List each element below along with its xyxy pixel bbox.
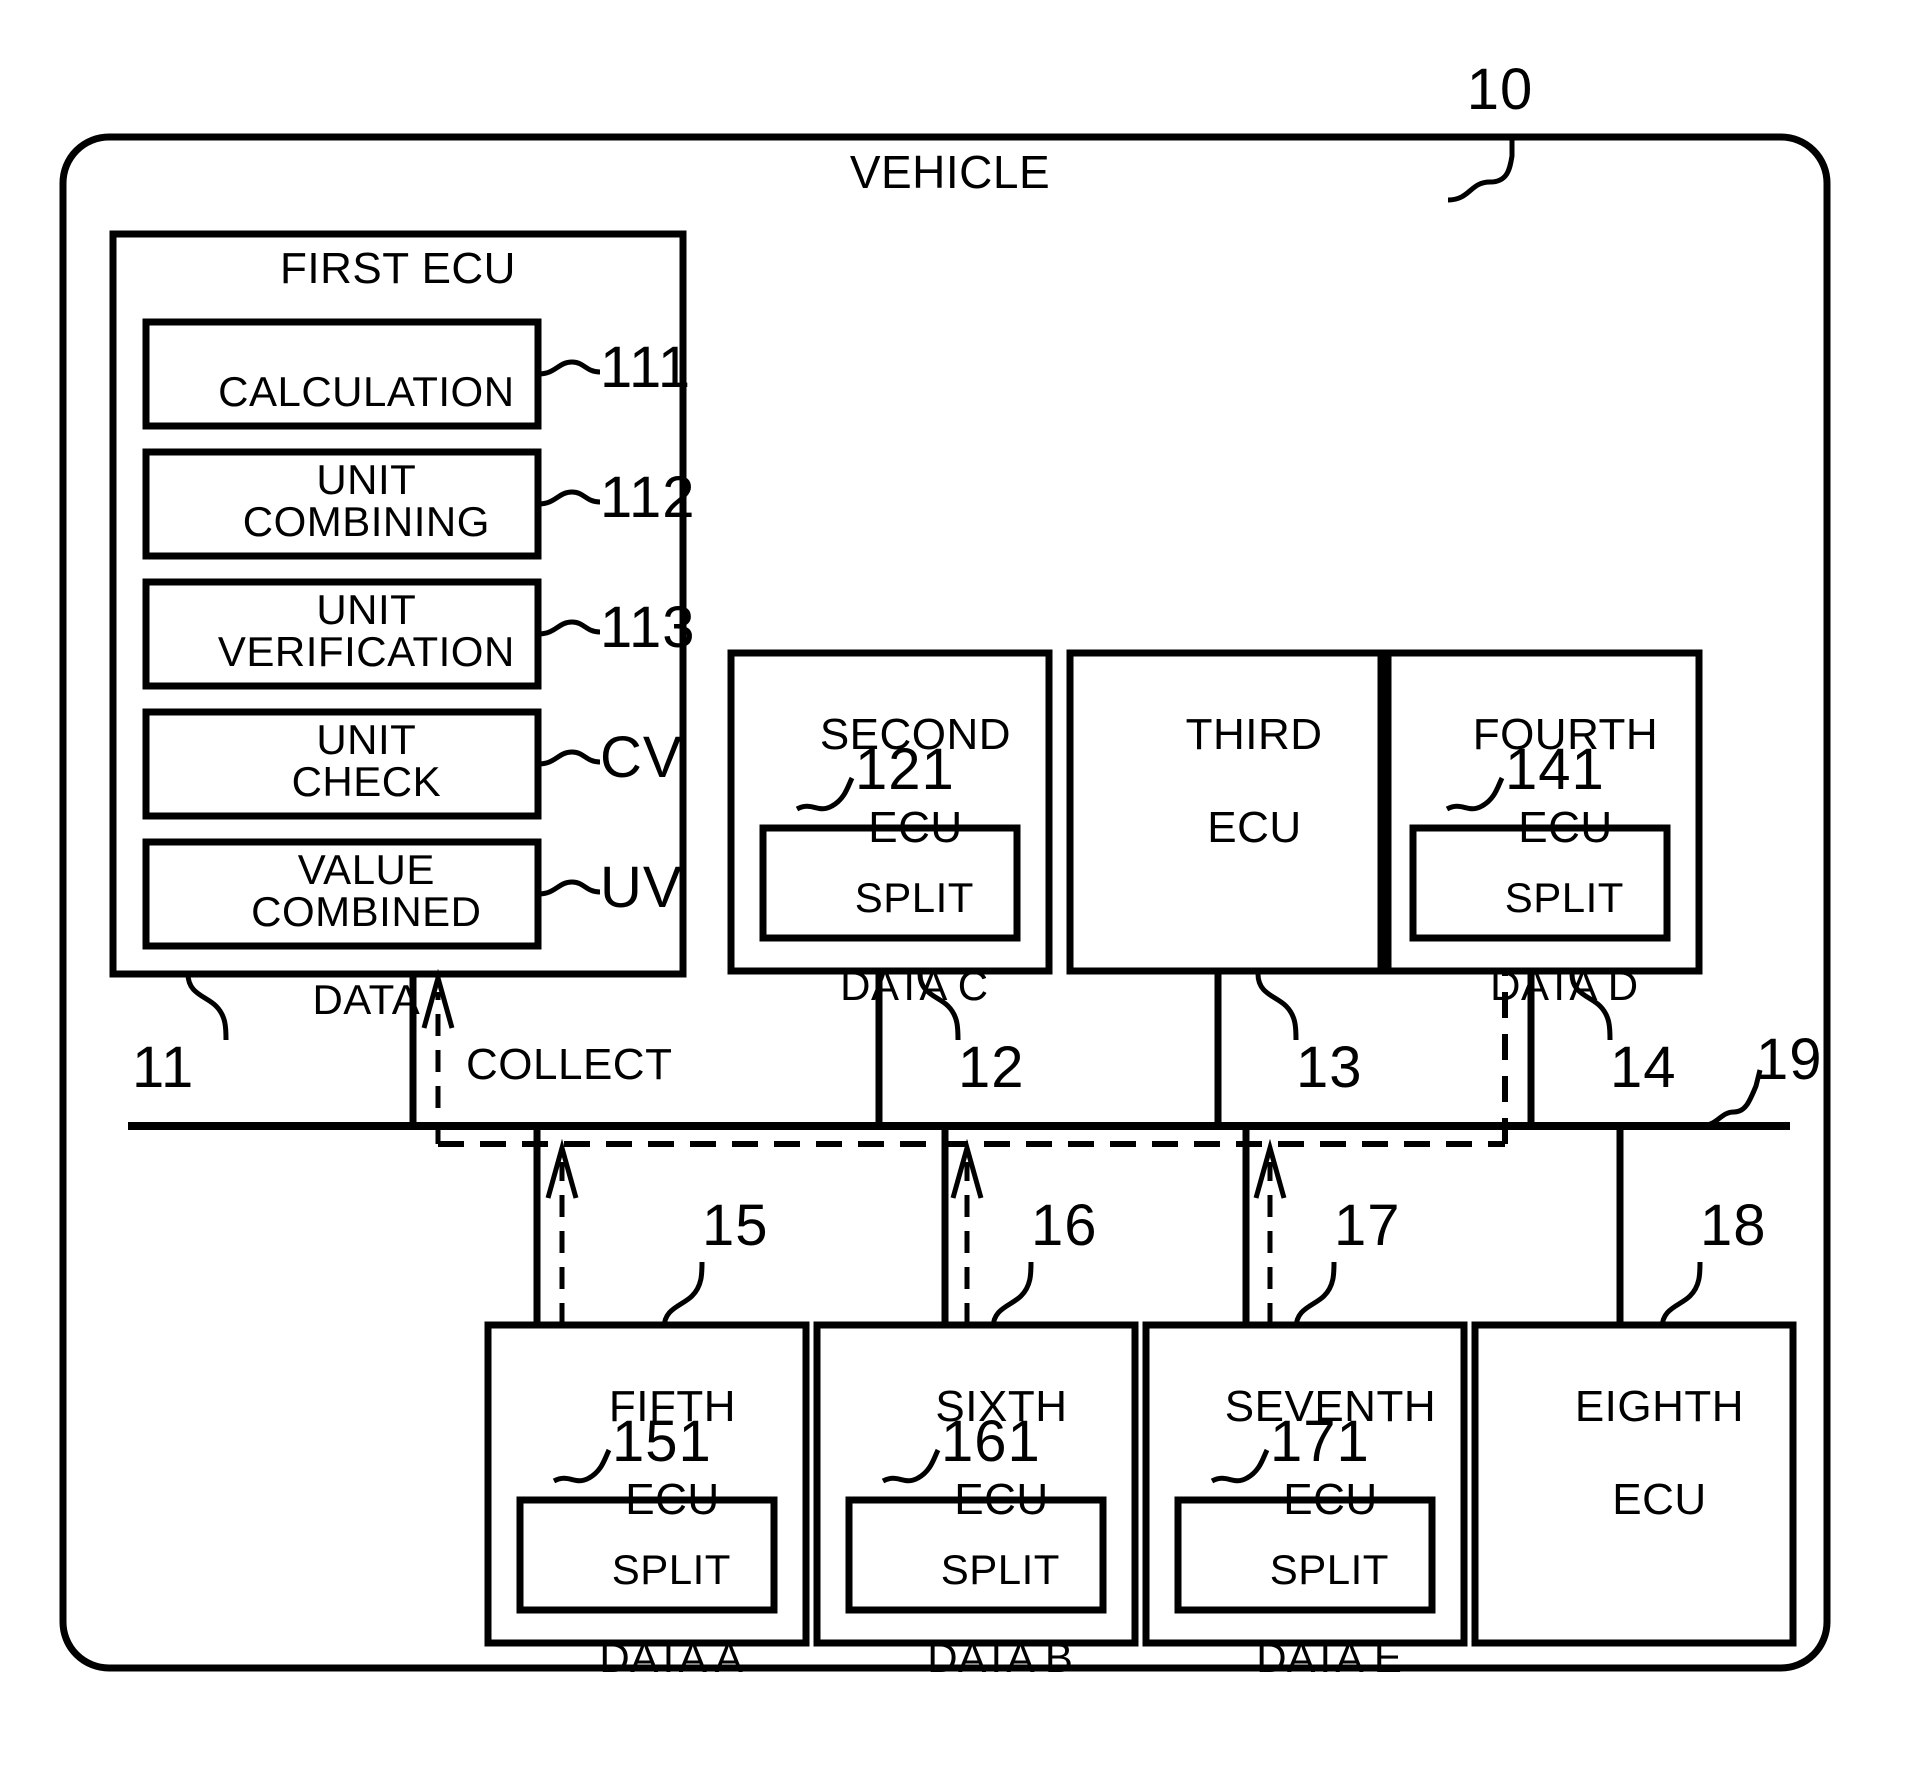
split-data-c-label: SPLIT DATA C bbox=[763, 832, 1017, 1052]
split-data-c-line2: DATA C bbox=[840, 962, 989, 1010]
ref-112: 112 bbox=[600, 465, 696, 530]
vehicle-title: VEHICLE bbox=[849, 146, 1051, 198]
ref-113: 113 bbox=[600, 595, 696, 660]
ref-15: 15 bbox=[702, 1193, 769, 1258]
combining-unit-line1: COMBINING bbox=[242, 498, 490, 546]
leader-line-16 bbox=[990, 1261, 1034, 1329]
split-data-a-label: SPLIT DATA A bbox=[520, 1504, 774, 1724]
eighth-ecu-title: EIGHTH ECU bbox=[1475, 1338, 1793, 1569]
ref-121: 121 bbox=[855, 737, 955, 802]
split-data-a-line1: SPLIT bbox=[611, 1546, 731, 1594]
leader-line-18 bbox=[1659, 1261, 1703, 1329]
leader-line-cv bbox=[537, 749, 601, 767]
split-data-e-line1: SPLIT bbox=[1269, 1546, 1389, 1594]
leader-line-15 bbox=[661, 1261, 705, 1329]
third-ecu-title-line1: THIRD bbox=[1185, 710, 1323, 760]
leader-line-uv bbox=[537, 879, 601, 897]
ref-141: 141 bbox=[1505, 737, 1605, 802]
leader-line-10 bbox=[1447, 140, 1515, 203]
ref-18: 18 bbox=[1700, 1193, 1767, 1258]
eighth-ecu-title-line2: ECU bbox=[1612, 1474, 1707, 1524]
ref-12: 12 bbox=[958, 1035, 1025, 1100]
split-data-d-line1: SPLIT bbox=[1504, 874, 1624, 922]
verification-unit-line1: VERIFICATION bbox=[217, 628, 515, 676]
split-data-c-line1: SPLIT bbox=[854, 874, 974, 922]
combined-data-label: COMBINED DATA bbox=[146, 846, 538, 1066]
third-ecu-title-line2: ECU bbox=[1207, 802, 1302, 852]
split-data-b-line1: SPLIT bbox=[940, 1546, 1060, 1594]
split-data-b-label: SPLIT DATA B bbox=[849, 1504, 1103, 1724]
combined-data-line1: COMBINED bbox=[251, 888, 482, 936]
split-data-b-line2: DATA B bbox=[927, 1634, 1074, 1682]
leader-line-13 bbox=[1255, 973, 1299, 1041]
split-data-d-label: SPLIT DATA D bbox=[1413, 832, 1667, 1052]
ref-11: 11 bbox=[132, 1035, 195, 1100]
third-ecu-title: THIRD ECU bbox=[1070, 666, 1388, 897]
ref-17: 17 bbox=[1334, 1193, 1401, 1258]
ref-151: 151 bbox=[612, 1409, 712, 1474]
ref-16: 16 bbox=[1031, 1193, 1098, 1258]
split-data-d-line2: DATA D bbox=[1490, 962, 1639, 1010]
patent-figure-canvas: 10 VEHICLE FIRST ECU CALCULATION UNIT CO… bbox=[0, 0, 1916, 1769]
ref-111: 111 bbox=[600, 335, 692, 400]
calculation-unit-line1: CALCULATION bbox=[218, 368, 515, 416]
split-data-e-label: SPLIT DATA E bbox=[1178, 1504, 1432, 1724]
ref-19: 19 bbox=[1756, 1027, 1823, 1092]
check-value-line1: CHECK bbox=[291, 758, 442, 806]
ref-14: 14 bbox=[1610, 1035, 1677, 1100]
leader-line-112 bbox=[537, 489, 601, 507]
leader-line-113 bbox=[537, 619, 601, 637]
ref-161: 161 bbox=[941, 1409, 1041, 1474]
leader-line-17 bbox=[1293, 1261, 1337, 1329]
split-data-e-line2: DATA E bbox=[1256, 1634, 1403, 1682]
first-ecu-title: FIRST ECU bbox=[280, 244, 516, 293]
split-data-a-line2: DATA A bbox=[599, 1634, 744, 1682]
ref-10: 10 bbox=[1466, 57, 1534, 122]
eighth-ecu-title-line1: EIGHTH bbox=[1574, 1382, 1745, 1432]
leader-line-111 bbox=[537, 359, 601, 377]
ref-13: 13 bbox=[1296, 1035, 1363, 1100]
ref-171: 171 bbox=[1270, 1409, 1370, 1474]
combined-data-line2: DATA bbox=[312, 976, 421, 1024]
